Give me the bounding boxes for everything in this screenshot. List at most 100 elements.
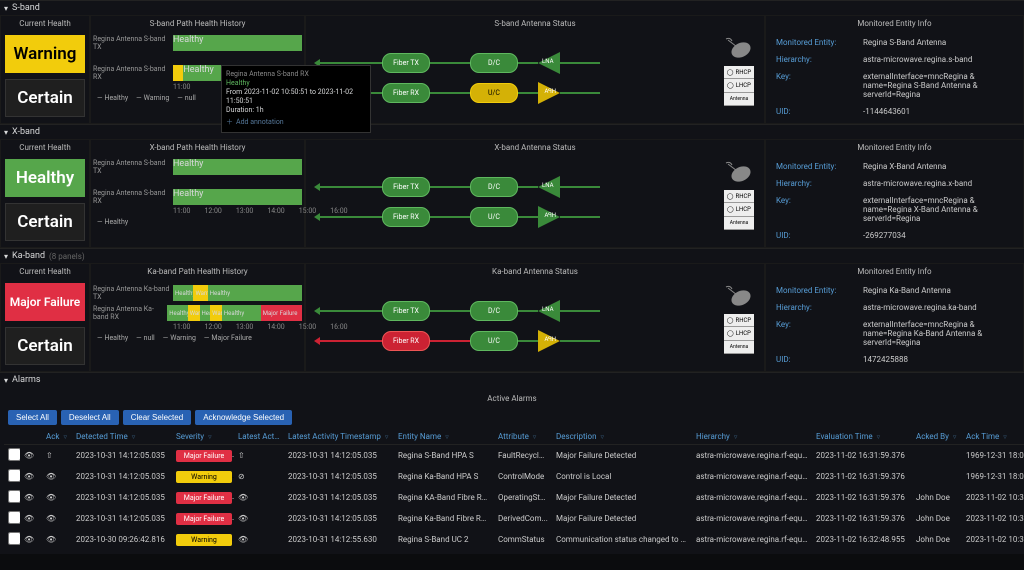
filter-icon[interactable]: ▿ — [132, 433, 136, 441]
health-tile-certainty[interactable]: Certain — [5, 203, 85, 241]
column-header[interactable]: Detected Time ▿ — [72, 429, 172, 445]
history-bar-rx[interactable]: Healthy — [173, 189, 302, 205]
column-header[interactable]: Ack ▿ — [42, 429, 72, 445]
alarms-header[interactable]: ▾ Alarms — [0, 372, 1024, 387]
dc-box[interactable]: D/C — [470, 53, 518, 73]
entity-link[interactable]: Regina S-Band UC 2 — [398, 535, 468, 544]
dc-box[interactable]: D/C — [470, 177, 518, 197]
column-header[interactable]: Severity ▿ — [172, 429, 234, 445]
row-checkbox[interactable] — [8, 469, 20, 482]
severity-pill: Major Failure — [176, 492, 232, 504]
band-header-x[interactable]: ▾ X-band — [0, 124, 1024, 139]
fiber-rx-box[interactable]: Fiber RX — [382, 331, 430, 351]
ack-icon[interactable]: 👁 — [46, 493, 56, 502]
filter-icon[interactable]: ▿ — [533, 433, 537, 441]
add-annotation-button[interactable]: ＋Add annotation — [226, 118, 366, 127]
column-header[interactable]: Description ▿ — [552, 429, 692, 445]
fiber-rx-box[interactable]: Fiber RX — [382, 207, 430, 227]
filter-icon[interactable]: ▿ — [445, 433, 449, 441]
lna-amp[interactable]: LNA — [538, 176, 560, 198]
eye-icon[interactable]: 👁 — [24, 514, 34, 523]
row-checkbox[interactable] — [8, 490, 20, 503]
column-header[interactable]: Latest Activity ▿ — [234, 429, 284, 445]
entity-link[interactable]: Regina Ka-Band Fibre RX A — [398, 514, 493, 523]
deselect-all-button[interactable]: Deselect All — [61, 410, 119, 425]
antenna-panel: S-band Antenna Status Fiber TX D/C LNA F… — [305, 15, 765, 124]
row-checkbox[interactable] — [8, 511, 20, 524]
eye-icon[interactable]: 👁 — [24, 472, 34, 481]
table-row[interactable]: 👁👁2023-10-31 14:12:05.035Major Failure👁2… — [4, 508, 1024, 529]
lhcp-slot[interactable]: ◯ LHCP — [724, 79, 754, 92]
table-row[interactable]: 👁⇧2023-10-31 14:12:05.035Major Failure⇧2… — [4, 445, 1024, 467]
activity-icon: 👁 — [238, 535, 248, 544]
history-bar[interactable]: HealthyWarningHealthyWarningHealthyMajor… — [167, 305, 302, 321]
hpa-amp[interactable]: HPA — [538, 330, 560, 352]
table-row[interactable]: 👁👁2023-10-31 14:12:05.035Warning⊘2023-10… — [4, 466, 1024, 487]
column-header[interactable]: Acked By ▿ — [912, 429, 962, 445]
entity-link[interactable]: Regina KA-Band Fibre RX B — [398, 493, 494, 502]
health-tile-primary[interactable]: Major Failure — [5, 283, 85, 321]
history-bar-tx[interactable]: Healthy — [173, 35, 302, 51]
history-bar-tx[interactable]: Healthy — [173, 159, 302, 175]
filter-icon[interactable]: ▿ — [385, 433, 389, 441]
filter-icon[interactable]: ▿ — [877, 433, 881, 441]
uc-box[interactable]: U/C — [470, 83, 518, 103]
lna-amp[interactable]: LNA — [538, 52, 560, 74]
row-checkbox[interactable] — [8, 532, 20, 545]
severity-pill: Warning — [176, 471, 232, 483]
history-bar[interactable]: HealthyWarningHealthy — [173, 285, 302, 301]
column-header[interactable]: Ack Time ▿ — [962, 429, 1024, 445]
eye-icon[interactable]: 👁 — [24, 535, 34, 544]
filter-icon[interactable]: ▿ — [1003, 433, 1007, 441]
fiber-rx-box[interactable]: Fiber RX — [382, 83, 430, 103]
table-row[interactable]: 👁👁2023-10-31 14:12:05.035Major Failure👁2… — [4, 487, 1024, 508]
row-checkbox[interactable] — [8, 448, 20, 461]
rhcp-slot[interactable]: ◯ RHCP — [724, 66, 754, 79]
column-header[interactable]: Hierarchy ▿ — [692, 429, 812, 445]
uc-box[interactable]: U/C — [470, 331, 518, 351]
fiber-tx-box[interactable]: Fiber TX — [382, 53, 430, 73]
hpa-amp[interactable]: HPA — [538, 82, 560, 104]
entity-link[interactable]: Regina Ka-Band HPA S — [398, 472, 478, 481]
table-row[interactable]: 👁👁2023-10-30 09:26:42.816Warning👁2023-10… — [4, 529, 1024, 550]
filter-icon[interactable]: ▿ — [734, 433, 738, 441]
ack-icon[interactable]: 👁 — [46, 535, 56, 544]
acknowledge-selected-button[interactable]: Acknowledge Selected — [195, 410, 292, 425]
select-all-button[interactable]: Select All — [8, 410, 57, 425]
entity-link[interactable]: Regina S-Band HPA S — [398, 451, 474, 460]
dc-box[interactable]: D/C — [470, 301, 518, 321]
ack-icon[interactable]: ⇧ — [46, 451, 53, 460]
filter-icon[interactable]: ▿ — [600, 433, 604, 441]
lna-amp[interactable]: LNA — [538, 300, 560, 322]
eye-icon[interactable]: 👁 — [24, 493, 34, 502]
filter-icon[interactable]: ▿ — [208, 433, 212, 441]
health-tile-primary[interactable]: Healthy — [5, 159, 85, 197]
severity-pill: Major Failure — [176, 513, 232, 525]
column-header[interactable]: Attribute ▿ — [494, 429, 552, 445]
health-tile-primary[interactable]: Warning — [5, 35, 85, 73]
info-panel: Monitored Entity Info Monitored Entity:R… — [765, 15, 1024, 124]
column-header[interactable]: Entity Name ▿ — [394, 429, 494, 445]
severity-pill: Major Failure — [176, 450, 232, 462]
uc-box[interactable]: U/C — [470, 207, 518, 227]
band-header-ka[interactable]: ▾ Ka-band (8 panels) — [0, 248, 1024, 263]
filter-icon[interactable]: ▿ — [953, 433, 957, 441]
health-tile-certainty[interactable]: Certain — [5, 327, 85, 365]
column-header[interactable]: Latest Activity Timestamp ▿ — [284, 429, 394, 445]
fiber-tx-box[interactable]: Fiber TX — [382, 177, 430, 197]
ack-icon[interactable]: 👁 — [46, 472, 56, 481]
antenna-dish: ◯ RHCP ◯ LHCP Antenna — [724, 37, 754, 106]
column-header[interactable]: Evaluation Time ▿ — [812, 429, 912, 445]
eye-icon[interactable]: 👁 — [24, 451, 34, 460]
alarms-table: Ack ▿Detected Time ▿Severity ▿Latest Act… — [4, 429, 1024, 550]
plus-icon: ＋ — [226, 118, 233, 127]
band-header-s[interactable]: ▾ S-band — [0, 0, 1024, 15]
hpa-amp[interactable]: HPA — [538, 206, 560, 228]
filter-icon[interactable]: ▿ — [63, 433, 67, 441]
chevron-down-icon: ▾ — [4, 376, 8, 385]
severity-pill: Warning — [176, 534, 232, 546]
clear-selected-button[interactable]: Clear Selected — [123, 410, 191, 425]
ack-icon[interactable]: 👁 — [46, 514, 56, 523]
fiber-tx-box[interactable]: Fiber TX — [382, 301, 430, 321]
health-tile-certainty[interactable]: Certain — [5, 79, 85, 117]
